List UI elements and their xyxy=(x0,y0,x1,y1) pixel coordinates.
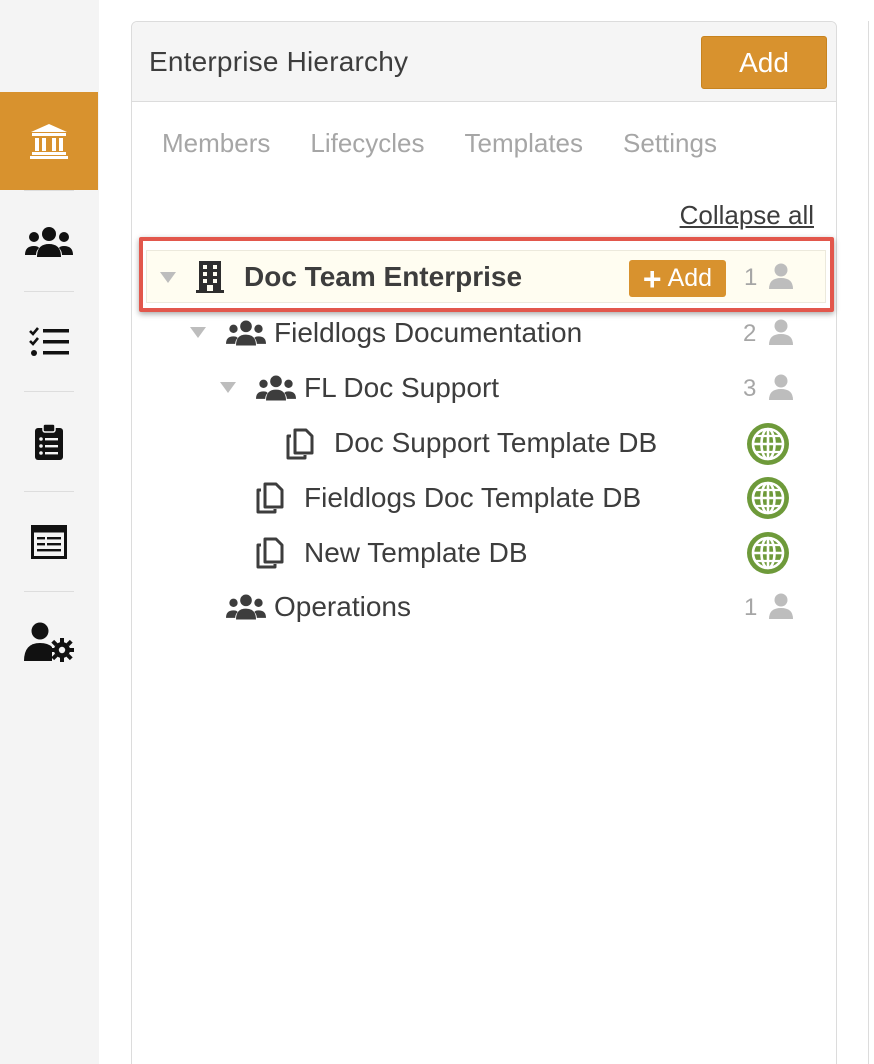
copy-icon xyxy=(286,428,314,460)
caret-down-icon[interactable] xyxy=(160,272,176,283)
users-icon xyxy=(256,375,296,401)
globe-icon[interactable] xyxy=(746,531,790,575)
nav-forms[interactable] xyxy=(0,493,98,591)
tab-lifecycles[interactable]: Lifecycles xyxy=(310,128,424,159)
nav-user-settings[interactable] xyxy=(0,593,98,691)
nav-clipboard[interactable] xyxy=(0,393,98,491)
globe-icon[interactable] xyxy=(746,476,790,520)
panel-tabs: Members Lifecycles Templates Settings xyxy=(162,128,757,159)
person-icon xyxy=(769,593,793,619)
add-button[interactable]: Add xyxy=(701,36,827,89)
tree-row-group[interactable]: Fieldlogs Documentation xyxy=(274,308,582,358)
copy-icon xyxy=(256,482,284,514)
tree-row-template[interactable]: New Template DB xyxy=(304,528,528,578)
member-count: 2 xyxy=(743,320,757,347)
template-label: Doc Support Template DB xyxy=(334,427,658,458)
tree-row-template[interactable]: Doc Support Template DB xyxy=(334,418,657,468)
building-icon xyxy=(196,261,224,293)
users-icon xyxy=(226,594,266,620)
form-template-icon xyxy=(31,525,67,559)
panel-title: Enterprise Hierarchy xyxy=(149,46,409,77)
root-member-count: 1 xyxy=(744,264,758,291)
plus-icon: + xyxy=(642,260,662,297)
collapse-all-link[interactable]: Collapse all xyxy=(680,200,814,231)
copy-icon xyxy=(256,537,284,569)
template-label: Fieldlogs Doc Template DB xyxy=(304,482,642,513)
caret-down-icon[interactable] xyxy=(220,382,236,393)
tree-row-group[interactable]: FL Doc Support xyxy=(304,363,499,413)
tasks-list-icon xyxy=(29,327,69,356)
tree-row-group[interactable]: Operations xyxy=(274,582,411,632)
root-label: Doc Team Enterprise xyxy=(244,261,523,292)
caret-down-icon[interactable] xyxy=(190,327,206,338)
tree-row-root[interactable]: Doc Team Enterprise xyxy=(244,252,522,302)
nav-tasks[interactable] xyxy=(0,293,98,391)
root-add-label: Add xyxy=(667,264,713,292)
tab-templates[interactable]: Templates xyxy=(465,128,584,159)
tree-row-template[interactable]: Fieldlogs Doc Template DB xyxy=(304,473,641,523)
user-settings-icon xyxy=(24,622,74,662)
tab-settings[interactable]: Settings xyxy=(623,128,717,159)
member-count: 1 xyxy=(744,594,758,621)
institution-icon xyxy=(30,124,68,159)
tab-members[interactable]: Members xyxy=(162,128,270,159)
nav-users[interactable] xyxy=(0,193,98,291)
adjacent-panel-edge xyxy=(868,21,874,1064)
group-label: Fieldlogs Documentation xyxy=(274,317,583,348)
template-label: New Template DB xyxy=(304,537,528,568)
group-label: FL Doc Support xyxy=(304,372,500,403)
globe-icon[interactable] xyxy=(746,422,790,466)
left-navigation xyxy=(0,0,99,1064)
person-icon xyxy=(769,319,793,345)
panel-header: Enterprise Hierarchy Add xyxy=(132,22,836,102)
group-label: Operations xyxy=(274,591,411,622)
root-add-button[interactable]: + Add xyxy=(629,260,726,297)
person-icon xyxy=(769,263,793,289)
person-icon xyxy=(769,374,793,400)
users-icon xyxy=(226,320,266,346)
clipboard-list-icon xyxy=(35,423,63,460)
users-icon xyxy=(25,227,73,257)
member-count: 3 xyxy=(743,375,757,402)
nav-enterprise[interactable] xyxy=(0,92,98,190)
